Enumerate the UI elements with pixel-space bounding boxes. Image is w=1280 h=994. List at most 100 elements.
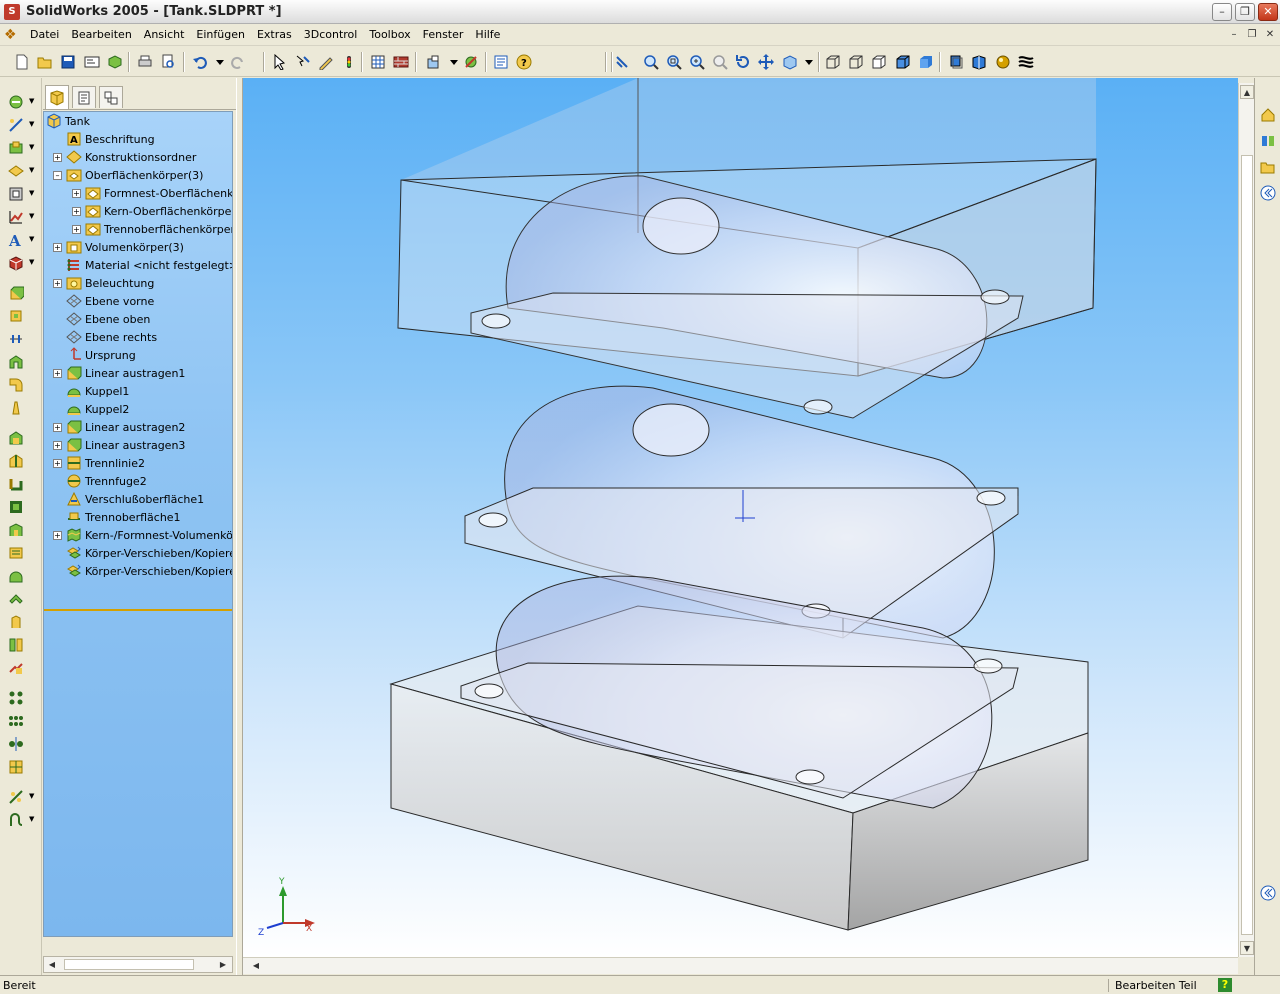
deform-icon[interactable]: [6, 589, 26, 609]
view-orientation-icon[interactable]: [780, 52, 800, 72]
scroll-thumb[interactable]: [64, 959, 194, 970]
sweep-icon[interactable]: [6, 329, 26, 349]
undo-dropdown-icon[interactable]: [210, 52, 230, 72]
dropdown-arrow-icon[interactable]: ▼: [29, 166, 37, 174]
save-icon[interactable]: [58, 52, 78, 72]
dropdown-arrow-icon[interactable]: ▼: [29, 97, 37, 105]
model-view[interactable]: Y X Z: [243, 78, 1238, 957]
expand-toggle-icon[interactable]: +: [53, 243, 62, 252]
dropdown-arrow-icon[interactable]: ▼: [29, 258, 37, 266]
dome-tool-icon[interactable]: [6, 497, 26, 517]
rebuild-icon[interactable]: [339, 52, 359, 72]
menu-item[interactable]: Extras: [251, 28, 298, 41]
new-document-icon[interactable]: [12, 52, 32, 72]
dropdown-arrow-icon[interactable]: ▼: [29, 235, 37, 243]
tab-property-manager[interactable]: [72, 86, 96, 108]
open-folder-icon[interactable]: [35, 52, 55, 72]
tree-item[interactable]: Kern-Oberflächenkörper(1: [85, 202, 232, 220]
tree-item[interactable]: Oberflächenkörper(3): [66, 166, 203, 184]
tree-item[interactable]: Verschlußoberfläche1: [66, 490, 204, 508]
features-icon[interactable]: [6, 138, 26, 158]
mold-tools-icon[interactable]: [6, 184, 26, 204]
circular-pattern-icon[interactable]: [6, 711, 26, 731]
menu-item[interactable]: Datei: [24, 28, 65, 41]
panel-splitter[interactable]: [236, 78, 243, 975]
tree-item[interactable]: Körper-Verschieben/Kopieren1: [66, 544, 232, 562]
expand-toggle-icon[interactable]: +: [53, 279, 62, 288]
scroll-down-icon[interactable]: ▼: [1240, 941, 1254, 955]
expand-toggle-icon[interactable]: +: [53, 531, 62, 540]
expand-task-pane-icon[interactable]: [1259, 884, 1277, 902]
zoom-to-selection-icon[interactable]: [710, 52, 730, 72]
dropdown-arrow-icon[interactable]: ▼: [29, 120, 37, 128]
help-icon[interactable]: ?: [514, 52, 534, 72]
tree-item[interactable]: Formnest-Oberflächenkörp: [85, 184, 232, 202]
close-button[interactable]: ✕: [1258, 3, 1278, 21]
tree-item[interactable]: Ebene rechts: [66, 328, 157, 346]
scroll-left-icon[interactable]: ◀: [249, 959, 263, 973]
hole-wizard-icon[interactable]: [6, 612, 26, 632]
tree-item[interactable]: Kuppel1: [66, 382, 129, 400]
scroll-left-icon[interactable]: ◀: [45, 958, 59, 971]
toolbox-icon[interactable]: [6, 253, 26, 273]
previous-view-icon[interactable]: [612, 52, 632, 72]
dropdown-arrow-icon[interactable]: ▼: [29, 815, 37, 823]
menu-item[interactable]: Bearbeiten: [65, 28, 137, 41]
annotation-tool-icon[interactable]: A: [6, 230, 26, 250]
tree-item[interactable]: Ebene oben: [66, 310, 150, 328]
dropdown-arrow-icon[interactable]: ▼: [29, 792, 37, 800]
zoom-to-fit-icon[interactable]: [641, 52, 661, 72]
expand-toggle-icon[interactable]: +: [72, 207, 81, 216]
extruded-boss-icon[interactable]: [6, 283, 26, 303]
fillet-icon[interactable]: [6, 375, 26, 395]
expand-toggle-icon[interactable]: +: [72, 225, 81, 234]
section-view-icon[interactable]: [969, 52, 989, 72]
doc-minimize-button[interactable]: –: [1226, 28, 1242, 42]
flex-icon[interactable]: [6, 520, 26, 540]
combine-icon[interactable]: [6, 658, 26, 678]
collapse-task-pane-icon[interactable]: [1259, 184, 1277, 202]
tree-root[interactable]: Tank: [46, 112, 90, 130]
rollback-bar[interactable]: [44, 609, 232, 611]
shell-icon[interactable]: [6, 428, 26, 448]
tree-item[interactable]: Konstruktionsordner: [66, 148, 196, 166]
graphics-area[interactable]: Y X Z: [243, 78, 1238, 957]
scroll-up-icon[interactable]: ▲: [1240, 85, 1254, 99]
rib-icon[interactable]: [6, 451, 26, 471]
draft-icon[interactable]: [6, 398, 26, 418]
file-explorer-icon[interactable]: [1259, 158, 1277, 176]
loft-icon[interactable]: [6, 352, 26, 372]
shaded-icon[interactable]: [916, 52, 936, 72]
tree-item[interactable]: Linear austragen1: [66, 364, 185, 382]
tree-item[interactable]: A Beschriftung: [66, 130, 155, 148]
tree-item[interactable]: Trennoberflächenkörper(1: [85, 220, 232, 238]
expand-toggle-icon[interactable]: +: [53, 369, 62, 378]
dropdown-arrow-icon[interactable]: ▼: [29, 143, 37, 151]
tab-feature-tree[interactable]: [45, 85, 69, 109]
tree-item[interactable]: Kern-/Formnest-Volumenkörpe: [66, 526, 232, 544]
menu-item[interactable]: Toolbox: [363, 28, 416, 41]
graphics-horizontal-scrollbar[interactable]: ◀: [243, 957, 1238, 974]
tree-item[interactable]: Linear austragen2: [66, 418, 185, 436]
redo-icon[interactable]: [228, 52, 248, 72]
rotate-view-icon[interactable]: [733, 52, 753, 72]
solidworks-app-icon[interactable]: S: [4, 4, 20, 20]
helix-icon[interactable]: [6, 810, 26, 830]
customize-icon[interactable]: [461, 52, 481, 72]
solidworks-resources-icon[interactable]: [1259, 106, 1277, 124]
linear-pattern-icon[interactable]: [6, 688, 26, 708]
tree-item[interactable]: Ebene vorne: [66, 292, 154, 310]
reference-geometry-icon[interactable]: [6, 161, 26, 181]
expand-toggle-icon[interactable]: +: [53, 459, 62, 468]
hidden-lines-visible-icon[interactable]: [846, 52, 866, 72]
zoom-to-area-icon[interactable]: [664, 52, 684, 72]
shadows-icon[interactable]: [946, 52, 966, 72]
hidden-lines-removed-icon[interactable]: [869, 52, 889, 72]
expand-toggle-icon[interactable]: +: [72, 189, 81, 198]
print-preview-icon[interactable]: [158, 52, 178, 72]
expand-toggle-icon[interactable]: +: [53, 441, 62, 450]
table-pattern-icon[interactable]: [6, 757, 26, 777]
doc-close-button[interactable]: ✕: [1262, 28, 1278, 42]
tree-item[interactable]: Kuppel2: [66, 400, 129, 418]
expand-toggle-icon[interactable]: +: [53, 423, 62, 432]
